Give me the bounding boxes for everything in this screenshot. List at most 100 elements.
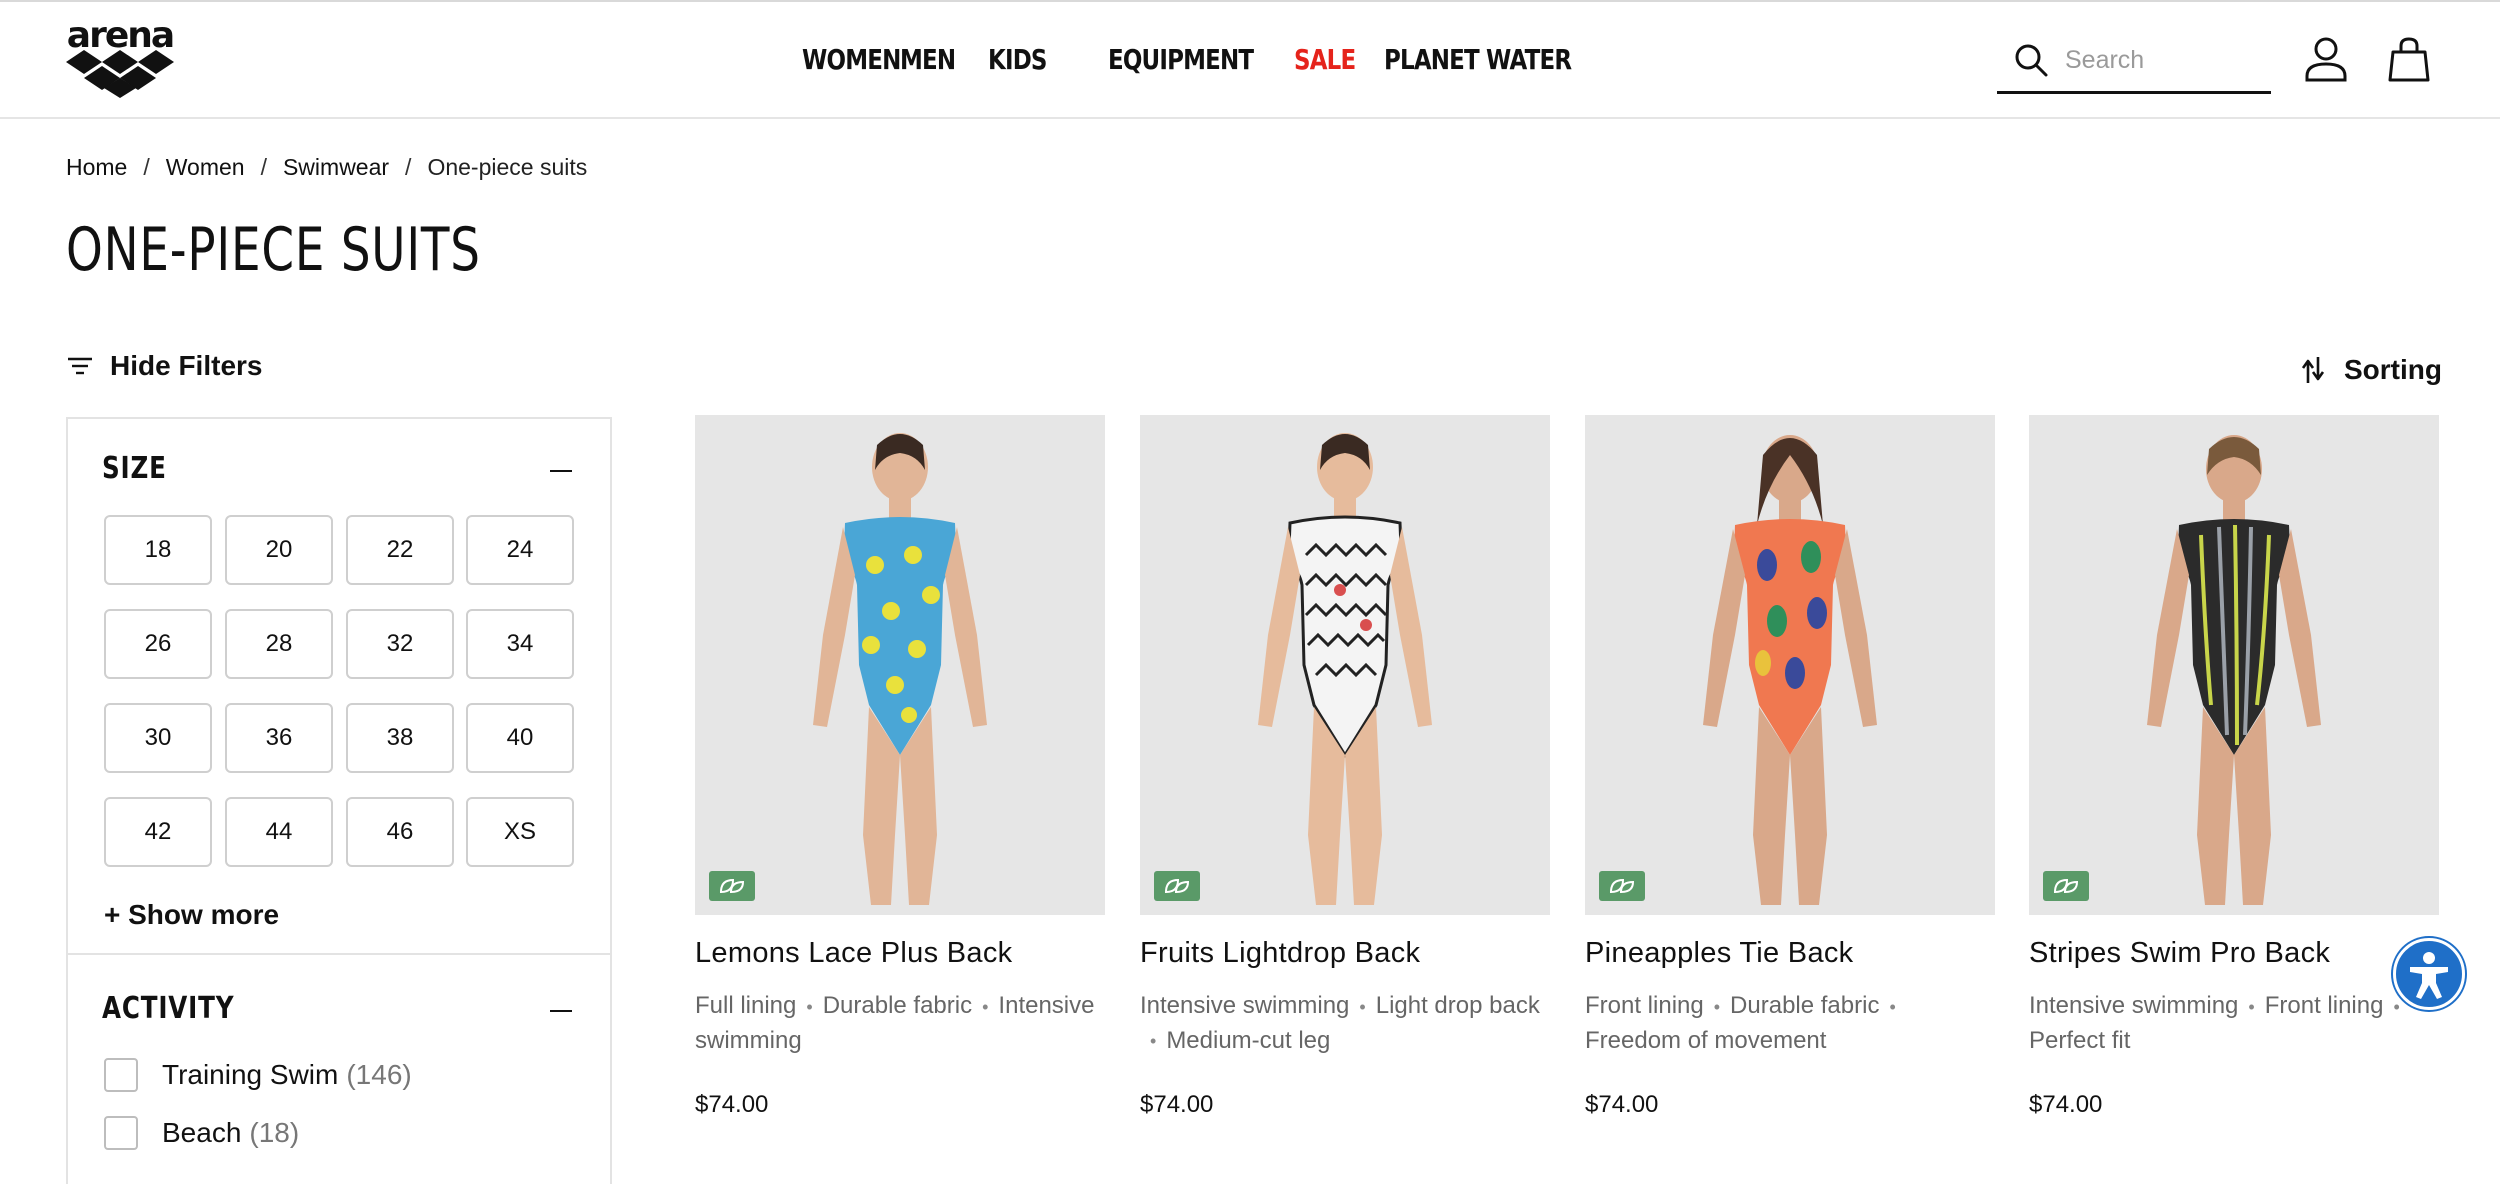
main-nav: WOMEN MEN KIDS EQUIPMENT SALE PLANET WAT… <box>780 38 1572 82</box>
swimsuit-model-image <box>1140 415 1550 915</box>
size-option[interactable]: 44 <box>225 797 333 867</box>
size-option[interactable]: 28 <box>225 609 333 679</box>
product-image[interactable] <box>2029 415 2439 915</box>
size-option[interactable]: 22 <box>346 515 454 585</box>
product-feature: Intensive swimming <box>2029 992 2239 1019</box>
product-feature: Freedom of movement <box>1585 1026 1827 1054</box>
activity-option-label: Beach <box>162 1117 242 1148</box>
product-feature: Intensive swimming <box>1140 992 1350 1019</box>
size-option[interactable]: 20 <box>225 515 333 585</box>
checkbox[interactable] <box>104 1058 138 1092</box>
logo-diamonds-icon <box>66 50 174 98</box>
size-filter-title: SIZE <box>102 451 167 486</box>
product-name[interactable]: Fruits Lightdrop Back <box>1140 937 1550 970</box>
eco-badge <box>2043 871 2089 901</box>
show-more-sizes-link[interactable]: + Show more <box>104 899 279 931</box>
shopping-bag-icon[interactable] <box>2388 36 2430 82</box>
product-features: Intensive swimming • Front lining • Perfect … <box>2029 989 2449 1058</box>
product-feature: Full lining <box>695 992 797 1019</box>
activity-option-count: (18) <box>249 1117 300 1148</box>
size-option[interactable]: 30 <box>104 703 212 773</box>
size-option[interactable]: XS <box>466 797 574 867</box>
activity-option-count: (146) <box>346 1059 412 1090</box>
leaf-icon <box>1164 878 1190 894</box>
size-option[interactable]: 24 <box>466 515 574 585</box>
swimsuit-model-image <box>2029 415 2439 915</box>
size-option[interactable]: 38 <box>346 703 454 773</box>
search-icon[interactable] <box>2013 42 2049 78</box>
nav-equipment[interactable]: EQUIPMENT <box>1108 38 1254 82</box>
nav-women[interactable]: WOMEN <box>802 38 901 82</box>
product-feature: Front lining <box>1585 992 1704 1019</box>
page-title: ONE-PIECE SUITS <box>66 215 481 285</box>
bullet-separator: • <box>1150 1031 1157 1052</box>
filter-divider <box>68 953 612 955</box>
checkbox[interactable] <box>104 1116 138 1150</box>
leaf-icon <box>1609 878 1635 894</box>
product-image[interactable] <box>1585 415 1995 915</box>
arena-logo[interactable]: arena <box>66 18 175 98</box>
activity-filter-header[interactable]: ACTIVITY <box>68 979 612 1039</box>
breadcrumb: Home / Women / Swimwear / One-piece suit… <box>66 154 587 181</box>
product-price: $74.00 <box>695 1091 769 1118</box>
filter-lines-icon <box>68 357 92 375</box>
size-option[interactable]: 46 <box>346 797 454 867</box>
product-features: Intensive swimming • Light drop back • Mediu… <box>1140 989 1560 1058</box>
hide-filters-button[interactable]: Hide Filters <box>66 346 262 386</box>
sorting-button[interactable]: Sorting <box>2300 350 2442 390</box>
minus-icon[interactable] <box>548 461 574 481</box>
bullet-separator: • <box>1889 996 1896 1017</box>
accessibility-button[interactable] <box>2393 938 2465 1010</box>
nav-kids[interactable]: KIDS <box>988 38 1047 82</box>
size-option[interactable]: 42 <box>104 797 212 867</box>
breadcrumb-swimwear[interactable]: Swimwear <box>283 154 389 181</box>
leaf-icon <box>2053 878 2079 894</box>
swimsuit-model-image <box>1585 415 1995 915</box>
leaf-icon <box>719 878 745 894</box>
breadcrumb-women[interactable]: Women <box>166 154 245 181</box>
breadcrumb-current: One-piece suits <box>427 154 588 180</box>
minus-icon[interactable] <box>548 1001 574 1021</box>
activity-option-training-swim[interactable]: Training Swim (146) <box>104 1055 412 1095</box>
product-feature: Light drop back <box>1375 992 1540 1019</box>
size-option[interactable]: 36 <box>225 703 333 773</box>
accessibility-icon <box>2410 952 2448 999</box>
size-option[interactable]: 34 <box>466 609 574 679</box>
product-price: $74.00 <box>1140 1091 1214 1118</box>
size-option[interactable]: 18 <box>104 515 212 585</box>
user-icon[interactable] <box>2304 36 2348 82</box>
activity-option-beach[interactable]: Beach (18) <box>104 1113 299 1153</box>
product-price: $74.00 <box>2029 1091 2103 1118</box>
size-filter-header[interactable]: SIZE <box>68 439 612 499</box>
size-option[interactable]: 40 <box>466 703 574 773</box>
product-name[interactable]: Stripes Swim Pro Back <box>2029 937 2439 970</box>
product-image[interactable] <box>695 415 1105 915</box>
product-feature: Perfect fit <box>2029 1026 2131 1054</box>
hide-filters-label: Hide Filters <box>110 350 263 381</box>
search-bar <box>1997 36 2271 94</box>
sort-arrows-icon <box>2301 357 2325 383</box>
product-feature: Front lining <box>2264 992 2384 1019</box>
nav-men[interactable]: MEN <box>900 38 956 82</box>
activity-option-label: Training Swim <box>162 1059 339 1090</box>
activity-filter-title: ACTIVITY <box>102 991 235 1026</box>
product-name[interactable]: Lemons Lace Plus Back <box>695 937 1105 970</box>
product-image[interactable] <box>1140 415 1550 915</box>
nav-sale[interactable]: SALE <box>1294 38 1356 82</box>
bullet-separator: • <box>1359 996 1366 1017</box>
breadcrumb-separator: / <box>143 154 150 180</box>
bullet-separator: • <box>1713 996 1721 1017</box>
search-input[interactable] <box>2065 40 2265 80</box>
nav-planet-water[interactable]: PLANET WATER <box>1384 38 1572 82</box>
size-option[interactable]: 26 <box>104 609 212 679</box>
size-option[interactable]: 32 <box>346 609 454 679</box>
breadcrumb-home[interactable]: Home <box>66 154 127 181</box>
site-header: arena WOMEN MEN KIDS EQUIPMENT SALE PLAN… <box>0 0 2500 119</box>
breadcrumb-separator: / <box>260 154 267 180</box>
product-features: Front lining • Durable fabric • Freedom of m… <box>1585 989 2005 1058</box>
filter-sidebar: SIZE 18 20 22 24 26 28 32 34 30 36 38 40… <box>66 417 612 1184</box>
bullet-separator: • <box>806 996 813 1017</box>
bullet-separator: • <box>2248 996 2255 1017</box>
product-name[interactable]: Pineapples Tie Back <box>1585 937 1995 970</box>
product-feature: Medium-cut leg <box>1166 1026 1331 1054</box>
